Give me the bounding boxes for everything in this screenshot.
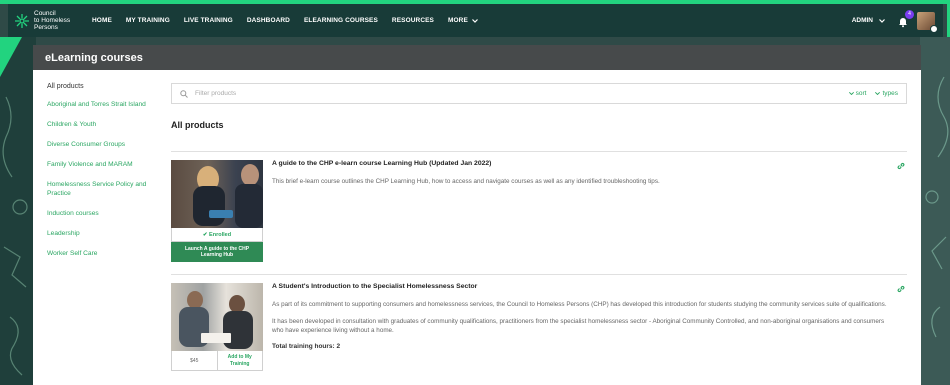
filter-products-input[interactable] bbox=[195, 90, 840, 97]
course-title[interactable]: A Student's Introduction to the Speciali… bbox=[272, 283, 892, 290]
course-actions: $45 Add to My Training bbox=[171, 351, 263, 371]
course-title[interactable]: A guide to the CHP e-learn course Learni… bbox=[272, 160, 892, 167]
course-description: This brief e-learn course outlines the C… bbox=[272, 178, 660, 185]
page-content: eLearning courses All products Aborigina… bbox=[33, 45, 921, 385]
nav-elearning-courses[interactable]: ELEARNING COURSES bbox=[304, 17, 378, 24]
chevron-down-icon bbox=[879, 18, 885, 23]
types-dropdown[interactable]: types bbox=[875, 90, 898, 97]
sidebar-item-diverse-consumer[interactable]: Diverse Consumer Groups bbox=[47, 140, 147, 149]
search-icon bbox=[180, 89, 188, 98]
products-heading: All products bbox=[171, 120, 224, 130]
course-thumbnail[interactable] bbox=[171, 283, 263, 351]
sidebar-all-products[interactable]: All products bbox=[47, 83, 157, 90]
nav-resources[interactable]: RESOURCES bbox=[392, 17, 434, 24]
main-menu: HOME MY TRAINING LIVE TRAINING DASHBOARD… bbox=[92, 17, 492, 24]
page-header: eLearning courses bbox=[33, 45, 921, 70]
add-to-my-training-button[interactable]: Add to My Training bbox=[218, 351, 263, 370]
sidebar-item-aboriginal[interactable]: Aboriginal and Torres Strait Island bbox=[47, 100, 147, 109]
sidebar-item-leadership[interactable]: Leadership bbox=[47, 229, 147, 238]
avatar-settings-icon bbox=[930, 24, 938, 33]
chevron-down-icon bbox=[471, 18, 478, 23]
admin-label: ADMIN bbox=[851, 17, 873, 24]
nav-more-menu[interactable]: MORE bbox=[448, 17, 478, 24]
course-thumbnail[interactable] bbox=[171, 160, 263, 228]
chevron-down-icon bbox=[875, 92, 881, 95]
sidebar-item-children-youth[interactable]: Children & Youth bbox=[47, 120, 147, 129]
brand-name: Council to Homeless Persons bbox=[34, 10, 71, 31]
sort-dropdown[interactable]: sort bbox=[848, 90, 867, 97]
course-price: $45 bbox=[172, 351, 218, 370]
nav-live-training[interactable]: LIVE TRAINING bbox=[184, 17, 233, 24]
course-description: As part of its commitment to supporting … bbox=[272, 301, 887, 308]
nav-more-label: MORE bbox=[448, 17, 468, 24]
course-card: $45 Add to My Training A Student's Intro… bbox=[171, 275, 907, 371]
sort-label: sort bbox=[855, 90, 867, 97]
products-panel: sort types All products ✔ Enrolled Launc… bbox=[171, 70, 907, 371]
training-hours: Total training hours: 2 bbox=[272, 342, 341, 350]
background-decoration-left bbox=[0, 37, 36, 385]
chevron-down-icon bbox=[848, 92, 854, 95]
link-icon[interactable] bbox=[897, 285, 905, 293]
course-card: ✔ Enrolled Launch A guide to the CHP Lea… bbox=[171, 152, 907, 262]
brand-logo[interactable]: Council to Homeless Persons bbox=[8, 10, 86, 31]
nav-dashboard[interactable]: DASHBOARD bbox=[247, 17, 290, 24]
course-description-2: It has been developed in consultation wi… bbox=[272, 317, 885, 335]
nav-my-training[interactable]: MY TRAINING bbox=[126, 17, 170, 24]
user-avatar[interactable] bbox=[917, 11, 938, 33]
nav-home[interactable]: HOME bbox=[92, 17, 112, 24]
notifications-button[interactable]: 4 bbox=[897, 9, 914, 27]
filter-bar: sort types bbox=[171, 83, 907, 104]
link-icon[interactable] bbox=[897, 162, 905, 170]
background-decoration-right bbox=[920, 37, 950, 385]
launch-course-button[interactable]: Launch A guide to the CHP Learning Hub bbox=[171, 242, 263, 262]
sidebar-item-induction[interactable]: Induction courses bbox=[47, 209, 147, 218]
chp-logo-icon bbox=[15, 13, 29, 28]
user-area: ADMIN 4 bbox=[852, 9, 943, 33]
sidebar-item-self-care[interactable]: Worker Self Care bbox=[47, 249, 147, 258]
notification-count-badge: 4 bbox=[905, 9, 914, 19]
sidebar-item-homelessness-policy[interactable]: Homelessness Service Policy and Practice bbox=[47, 180, 147, 198]
category-sidebar: All products Aboriginal and Torres Strai… bbox=[33, 70, 157, 385]
top-navigation-bar: Council to Homeless Persons HOME MY TRAI… bbox=[8, 4, 943, 37]
enrolled-status: ✔ Enrolled bbox=[171, 228, 263, 242]
sidebar-item-family-violence[interactable]: Family Violence and MARAM bbox=[47, 160, 147, 169]
types-label: types bbox=[882, 90, 898, 97]
page-title: eLearning courses bbox=[45, 51, 143, 64]
admin-menu[interactable]: ADMIN bbox=[852, 17, 885, 24]
